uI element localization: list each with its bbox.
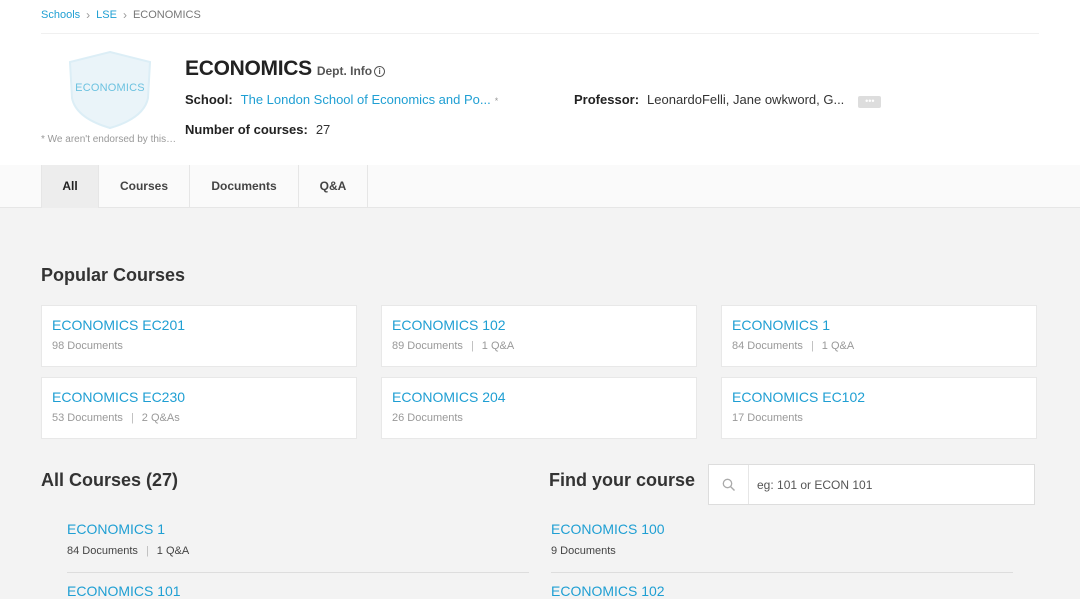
- all-courses-title: All Courses (27): [41, 470, 179, 490]
- course-meta: 9 Documents: [551, 545, 1013, 557]
- course-qa: 1 Q&A: [156, 545, 190, 557]
- popular-course-card[interactable]: ECONOMICS EC230 53 Documents | 2 Q&As: [41, 377, 357, 439]
- meta-separator: |: [810, 340, 814, 352]
- course-docs: 17 Documents: [732, 412, 803, 424]
- popular-course-card[interactable]: ECONOMICS 102 89 Documents | 1 Q&A: [381, 305, 697, 367]
- course-name: ECONOMICS EC230: [52, 389, 186, 405]
- school-row: School: The London School of Economics a…: [185, 92, 498, 107]
- popular-course-card[interactable]: ECONOMICS 204 26 Documents: [381, 377, 697, 439]
- header-divider: [41, 33, 1039, 34]
- course-docs: 26 Documents: [392, 412, 463, 424]
- find-course-title: Find your course: [549, 470, 696, 490]
- popular-courses-title: Popular Courses: [41, 265, 186, 285]
- course-meta: 53 Documents | 2 Q&As: [52, 412, 346, 424]
- meta-separator: |: [130, 412, 134, 424]
- dept-info-link[interactable]: Dept. Info i: [316, 64, 386, 78]
- breadcrumb-lse[interactable]: LSE: [96, 9, 117, 21]
- chevron-right-icon: ›: [122, 8, 127, 22]
- search-input[interactable]: [749, 466, 1029, 503]
- school-label: School:: [185, 92, 233, 107]
- course-meta: 98 Documents: [52, 340, 346, 352]
- course-qa: 1 Q&A: [481, 340, 515, 352]
- list-divider: [551, 572, 1013, 573]
- courses-count-row: Number of courses: 27: [185, 122, 330, 137]
- course-name: ECONOMICS 204: [392, 389, 506, 405]
- courses-count-label: Number of courses:: [185, 122, 308, 137]
- breadcrumb-schools[interactable]: Schools: [41, 9, 80, 21]
- breadcrumb-current: ECONOMICS: [132, 9, 201, 21]
- professor-row: Professor: LeonardoFelli, Jane owkword, …: [574, 92, 882, 108]
- course-search: [708, 464, 1035, 505]
- course-docs: 53 Documents: [52, 412, 123, 424]
- endorsement-disclaimer: * We aren't endorsed by this school: [41, 134, 178, 145]
- logo-text: ECONOMICS: [75, 82, 145, 94]
- course-docs: 84 Documents: [67, 545, 138, 557]
- list-item[interactable]: ECONOMICS 100 9 Documents: [551, 521, 1013, 557]
- popular-course-card[interactable]: ECONOMICS 1 84 Documents | 1 Q&A: [721, 305, 1037, 367]
- course-meta: 84 Documents | 1 Q&A: [732, 340, 1026, 352]
- course-docs: 98 Documents: [52, 340, 123, 352]
- breadcrumb: Schools › LSE › ECONOMICS: [41, 8, 201, 22]
- school-marker: *: [494, 96, 499, 106]
- tab-qa[interactable]: Q&A: [299, 165, 368, 208]
- header-panel: Schools › LSE › ECONOMICS ECONOMICS * We…: [0, 0, 1080, 165]
- courses-count-value: 27: [315, 122, 331, 137]
- chevron-right-icon: ›: [86, 8, 91, 22]
- page-title: ECONOMICS: [185, 57, 312, 80]
- tab-courses[interactable]: Courses: [99, 165, 190, 208]
- course-name: ECONOMICS EC201: [52, 317, 186, 333]
- course-name: ECONOMICS 1: [732, 317, 831, 333]
- search-icon[interactable]: [709, 465, 749, 504]
- course-name[interactable]: ECONOMICS 1: [67, 521, 529, 537]
- course-name[interactable]: ECONOMICS 102: [551, 583, 1013, 599]
- course-meta: 84 Documents | 1 Q&A: [67, 545, 529, 557]
- dept-info-label: Dept. Info: [316, 64, 373, 78]
- popular-course-card[interactable]: ECONOMICS EC201 98 Documents: [41, 305, 357, 367]
- course-docs: 84 Documents: [732, 340, 803, 352]
- course-name: ECONOMICS EC102: [732, 389, 866, 405]
- course-meta: 26 Documents: [392, 412, 686, 424]
- course-meta: 89 Documents | 1 Q&A: [392, 340, 686, 352]
- meta-separator: |: [470, 340, 474, 352]
- course-name[interactable]: ECONOMICS 101: [67, 583, 529, 599]
- course-docs: 89 Documents: [392, 340, 463, 352]
- popular-course-card[interactable]: ECONOMICS EC102 17 Documents: [721, 377, 1037, 439]
- list-item[interactable]: ECONOMICS 101: [67, 583, 529, 599]
- course-qa: 2 Q&As: [141, 412, 180, 424]
- school-link[interactable]: The London School of Economics and Po...: [241, 92, 491, 107]
- tab-all[interactable]: All: [41, 165, 99, 208]
- meta-separator: |: [145, 545, 149, 557]
- tab-bar: All Courses Documents Q&A: [0, 165, 1080, 208]
- course-docs: 9 Documents: [551, 545, 616, 557]
- course-qa: 1 Q&A: [821, 340, 855, 352]
- list-item[interactable]: ECONOMICS 1 84 Documents | 1 Q&A: [67, 521, 529, 557]
- list-divider: [67, 572, 529, 573]
- professor-label: Professor:: [574, 92, 640, 107]
- department-heading: ECONOMICS Dept. Info i: [185, 57, 386, 81]
- more-professors-button[interactable]: •••: [858, 96, 882, 108]
- tab-documents[interactable]: Documents: [190, 165, 299, 208]
- course-name[interactable]: ECONOMICS 100: [551, 521, 1013, 537]
- list-item[interactable]: ECONOMICS 102: [551, 583, 1013, 599]
- professor-value: LeonardoFelli, Jane owkword, G...: [647, 92, 845, 107]
- course-name: ECONOMICS 102: [392, 317, 506, 333]
- course-meta: 17 Documents: [732, 412, 1026, 424]
- info-icon: i: [374, 65, 386, 77]
